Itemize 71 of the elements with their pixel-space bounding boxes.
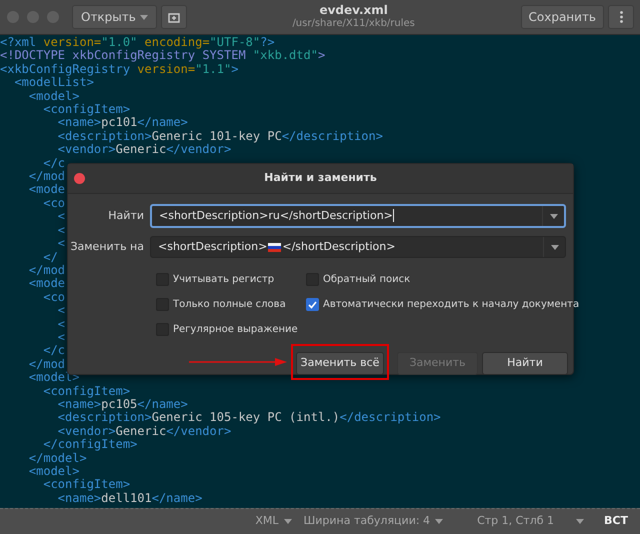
- code-line: <mode: [28, 277, 66, 291]
- code-line: <configItem>: [42, 478, 130, 492]
- code-line: <vendor>Generic</vendor>: [56, 143, 232, 157]
- option-label: Регулярное выражение: [173, 323, 298, 337]
- code-line: <configItem>: [42, 384, 130, 398]
- code-line: <!DOCTYPE xkbConfigRegistry SYSTEM "xkb.dtd">: [0, 49, 326, 63]
- dialog-button[interactable]: Найти: [482, 352, 568, 375]
- code-line: <co: [42, 290, 66, 304]
- code-line: </mod: [28, 170, 66, 184]
- caret-icon: [550, 214, 558, 218]
- dialog-button[interactable]: Заменить всё: [296, 352, 384, 375]
- code-line: </c: [42, 344, 66, 358]
- option-label: Автоматически переходить к началу документа: [323, 298, 580, 312]
- code-line: <model>: [28, 90, 80, 104]
- dialog-title: Найти и заменить: [264, 170, 377, 186]
- caret-icon: [140, 14, 148, 20]
- flag-icon: [268, 242, 282, 252]
- new-tab-icon: [168, 12, 180, 22]
- code-line: </configItem>: [42, 438, 138, 452]
- code-line: </model>: [28, 452, 87, 465]
- window-title: evdev.xml: [319, 3, 388, 18]
- code-line: <: [56, 330, 66, 344]
- code-line: <xkbConfigRegistry version="1.1">: [0, 62, 238, 76]
- open-button[interactable]: Открыть: [72, 5, 157, 29]
- code-line: <description>Generic 105-key PC (intl.)</description>: [56, 411, 441, 425]
- replace-text: </shortDescription>: [282, 238, 396, 255]
- replace-field[interactable]: <shortDescription> </shortDescription>: [150, 236, 566, 258]
- replace-text: <shortDescription>: [158, 238, 268, 255]
- code-line: </mod: [28, 264, 66, 278]
- tab-width-selector[interactable]: Ширина табуляции: 4: [304, 513, 444, 530]
- code-line: <name>pc101</name>: [58, 116, 188, 130]
- code-line: <model>: [28, 371, 80, 385]
- new-tab-button[interactable]: [160, 5, 187, 29]
- caret-icon: [550, 244, 558, 250]
- code-line: <: [56, 210, 66, 224]
- menu-icon: [620, 11, 622, 23]
- code-line: <: [57, 237, 66, 250]
- code-line: <: [56, 318, 66, 331]
- code-line: <?xml version="1.0" encoding="UTF-8"?>: [0, 36, 275, 50]
- field-label: Найти: [107, 208, 144, 224]
- save-button[interactable]: Сохранить: [520, 5, 604, 29]
- window-subtitle: /usr/share/X11/xkb/rules: [292, 18, 415, 31]
- option-label: Обратный поиск: [323, 273, 410, 287]
- code-line: <description>Generic 101-key PC</description>: [56, 130, 383, 144]
- find-field[interactable]: <shortDescription>ru</shortDescription>: [150, 204, 566, 228]
- option-label: Учитывать регистр: [173, 273, 274, 287]
- code-line: </mod: [28, 358, 66, 372]
- field-label: Заменить на: [69, 238, 144, 255]
- insert-mode: ВСТ: [604, 513, 628, 530]
- language-selector[interactable]: XML: [255, 513, 292, 530]
- code-line: <name>dell101</name>: [58, 492, 202, 506]
- caret-icon: [284, 519, 292, 524]
- code-line: </: [42, 250, 58, 264]
- checkbox[interactable]: [306, 298, 319, 311]
- cursor-position: Стр 1, Стлб 1: [477, 513, 554, 530]
- close-button[interactable]: [74, 173, 85, 184]
- code-line: <mode: [28, 183, 66, 197]
- menu-button[interactable]: [608, 5, 634, 29]
- code-line: <name>pc105</name>: [58, 398, 188, 412]
- caret-icon: [435, 519, 444, 524]
- position-menu-button[interactable]: [576, 519, 584, 524]
- code-line: <model>: [28, 465, 80, 478]
- option-label: Только полные слова: [173, 298, 286, 312]
- code-line: </c: [42, 156, 66, 170]
- caret-icon: [576, 519, 584, 524]
- code-line: <configItem>: [42, 103, 130, 116]
- code-line: <modelList>: [14, 76, 94, 90]
- code-line: <vendor>Generic</vendor>: [56, 424, 232, 438]
- code-line: <: [56, 304, 66, 318]
- code-line: <: [56, 224, 66, 238]
- code-line: <co: [42, 196, 66, 210]
